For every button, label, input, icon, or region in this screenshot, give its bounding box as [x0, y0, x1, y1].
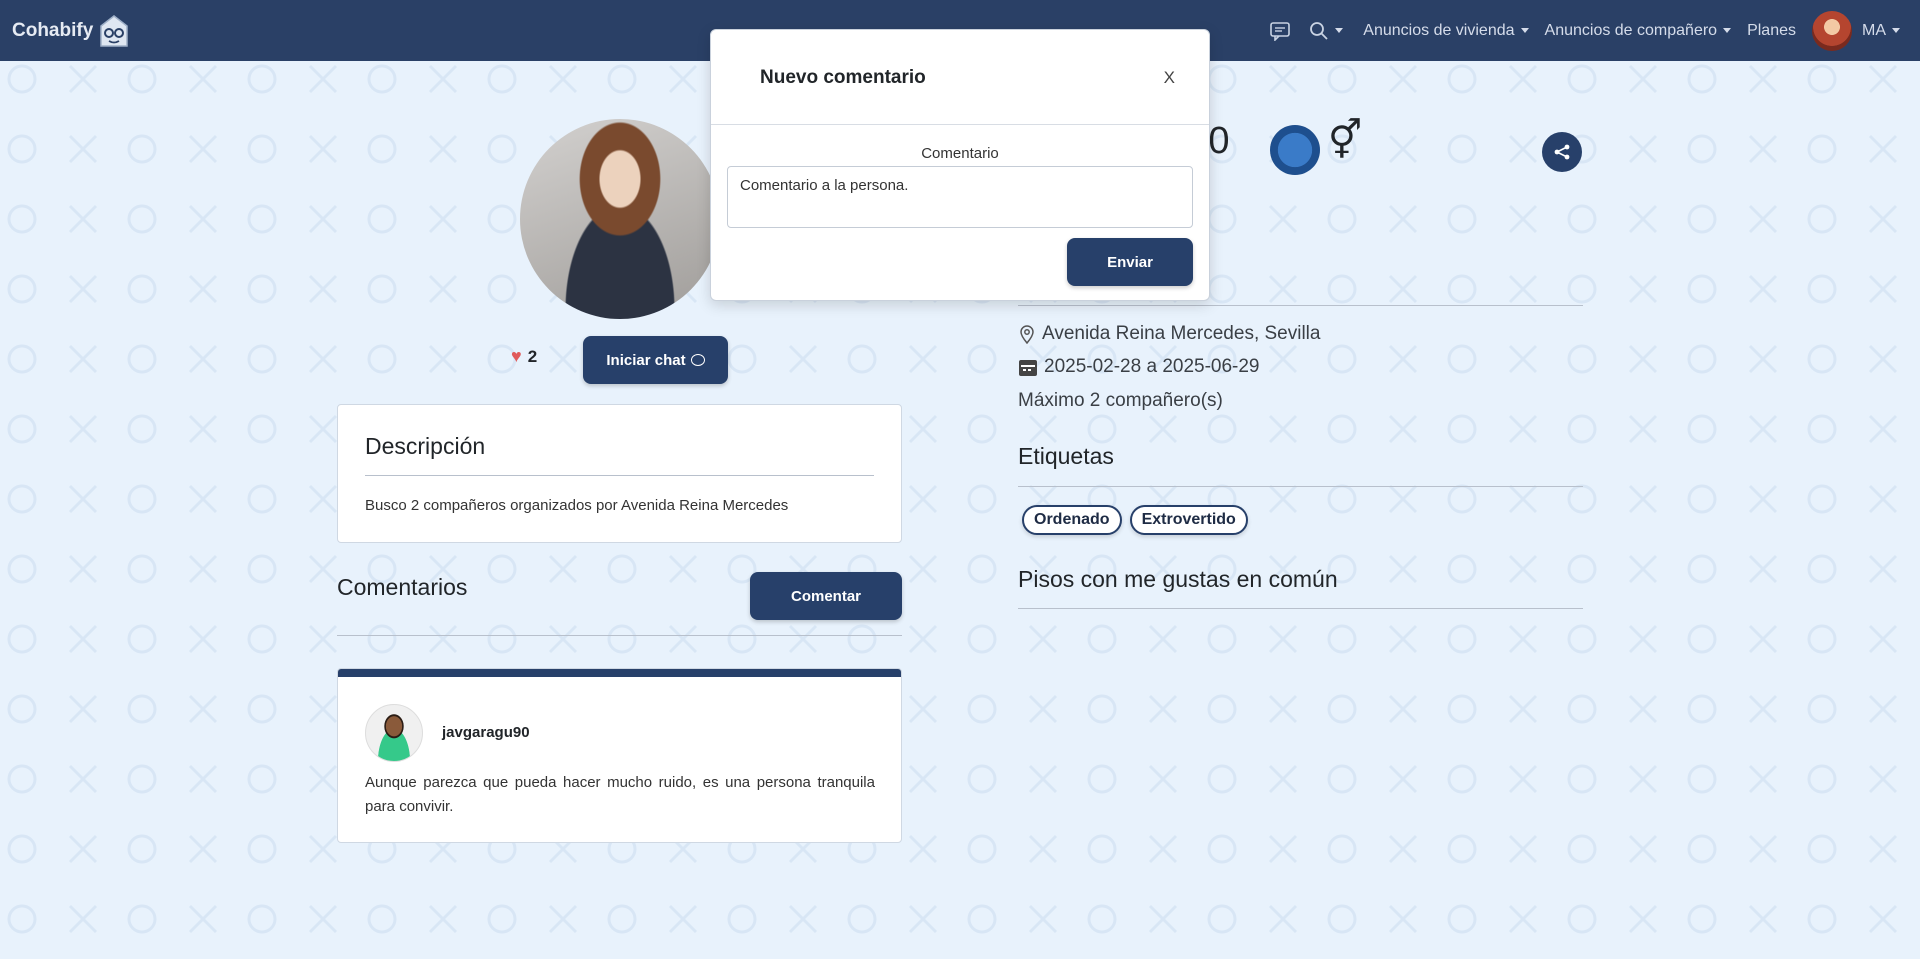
share-icon	[1554, 144, 1570, 160]
likes-counter[interactable]: ♥ 2	[511, 346, 537, 367]
close-button[interactable]: X	[1164, 68, 1175, 88]
tag-ordenado: Ordenado	[1022, 505, 1122, 535]
nav-roommate-ads[interactable]: Anuncios de compañero	[1545, 22, 1732, 40]
add-comment-button[interactable]: Comentar	[750, 572, 902, 620]
description-text: Busco 2 compañeros organizados por Aveni…	[365, 497, 789, 514]
map-pin-icon	[1020, 325, 1034, 344]
tags-title: Etiquetas	[1018, 443, 1114, 469]
modal-title: Nuevo comentario	[760, 67, 926, 88]
new-comment-modal: Nuevo comentario X Comentario Comentario…	[710, 29, 1210, 301]
start-chat-label: Iniciar chat	[606, 351, 686, 369]
description-card: Descripción Busco 2 compañeros organizad…	[337, 404, 902, 543]
send-button[interactable]: Enviar	[1067, 238, 1193, 286]
profile-photo	[520, 119, 720, 319]
comment-card-accent	[338, 669, 901, 677]
divider	[1018, 486, 1583, 487]
brand-name: Cohabify	[12, 19, 94, 41]
chat-icon[interactable]	[1269, 21, 1291, 41]
chevron-down-icon	[1335, 28, 1344, 33]
user-avatar[interactable]	[1812, 10, 1852, 51]
tag-list: Ordenado Extrovertido	[1022, 505, 1248, 535]
comments-title: Comentarios	[337, 574, 468, 600]
divider	[711, 124, 1209, 125]
calendar-icon	[1019, 360, 1037, 376]
likes-count: 2	[527, 346, 538, 366]
nav-housing-label: Anuncios de vivienda	[1363, 21, 1515, 39]
nav-housing-ads[interactable]: Anuncios de vivienda	[1363, 21, 1529, 40]
nav-roommate-label: Anuncios de compañero	[1544, 21, 1718, 39]
user-initials: MA	[1862, 21, 1886, 39]
search-dropdown[interactable]	[1309, 21, 1344, 41]
start-chat-button[interactable]: Iniciar chat	[583, 336, 728, 384]
shared-likes-title: Pisos con me gustas en común	[1018, 566, 1338, 592]
search-icon	[1310, 21, 1328, 40]
comment-avatar[interactable]	[365, 704, 423, 762]
chevron-down-icon	[1892, 28, 1900, 33]
location-text: Avenida Reina Mercedes, Sevilla	[1042, 323, 1321, 344]
comment-textarea[interactable]: Comentario a la persona.	[727, 166, 1193, 228]
heart-icon: ♥	[511, 346, 522, 366]
max-roommates: Máximo 2 compañero(s)	[1018, 390, 1223, 411]
description-title: Descripción	[365, 433, 486, 459]
divider	[365, 475, 874, 476]
chat-bubble-icon	[690, 354, 705, 366]
comment-text: Aunque parezca que pueda hacer mucho rui…	[365, 774, 875, 815]
tag-extrovertido: Extrovertido	[1129, 505, 1248, 535]
user-menu[interactable]: MA	[1862, 22, 1900, 40]
dates-line: 2025-02-28 a 2025-06-29	[1018, 356, 1260, 378]
nav-plans[interactable]: Planes	[1747, 22, 1796, 40]
location-line: Avenida Reina Mercedes, Sevilla	[1018, 323, 1320, 345]
comment-card: javgaragu90 Aunque parezca que pueda hac…	[337, 668, 902, 843]
divider	[1018, 608, 1583, 609]
verified-badge-icon	[1270, 125, 1320, 175]
comment-author[interactable]: javgaragu90	[442, 724, 530, 741]
comment-field-label: Comentario	[921, 145, 999, 162]
share-button[interactable]	[1542, 132, 1582, 172]
chevron-down-icon	[1520, 28, 1529, 33]
gender-icon: ⚥	[1328, 120, 1363, 162]
brand[interactable]: Cohabify	[12, 14, 130, 48]
divider	[337, 635, 902, 636]
dates-text: 2025-02-28 a 2025-06-29	[1044, 356, 1260, 377]
divider	[1018, 305, 1583, 306]
chevron-down-icon	[1723, 28, 1732, 33]
nav-right: Anuncios de vivienda Anuncios de compañe…	[1269, 0, 1900, 61]
brand-logo-icon	[100, 14, 129, 47]
